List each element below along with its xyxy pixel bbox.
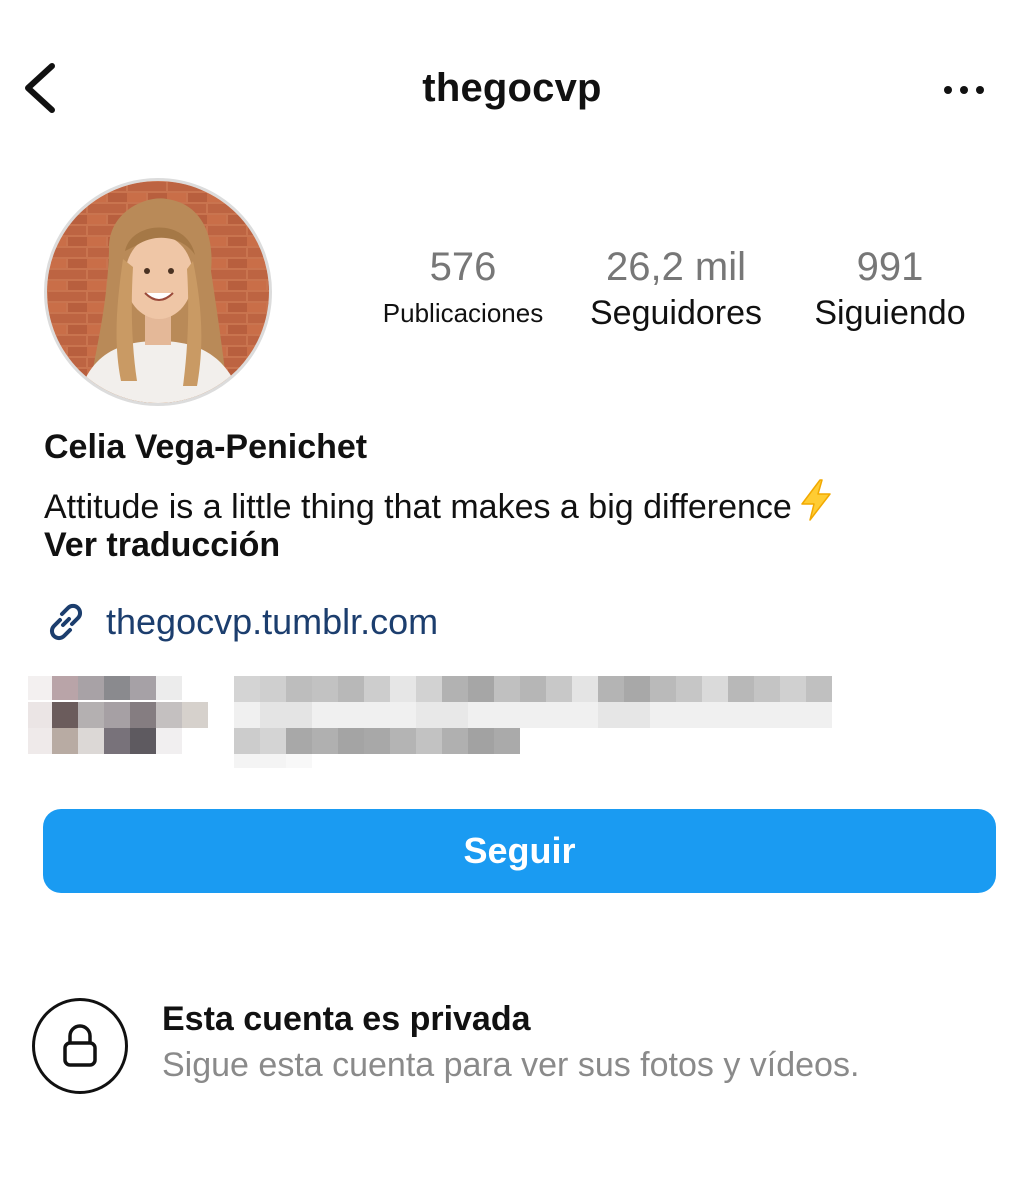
follow-button[interactable]: Seguir xyxy=(43,809,996,893)
private-account-subtitle: Sigue esta cuenta para ver sus fotos y v… xyxy=(162,1046,860,1084)
lightning-bolt-icon xyxy=(801,479,831,521)
website-url: thegocvp.tumblr.com xyxy=(106,601,439,642)
full-name: Celia Vega-Penichet xyxy=(44,428,368,466)
followers-value: 26,2 mil xyxy=(605,245,747,289)
ellipsis-horizontal-icon xyxy=(944,86,984,94)
following-count[interactable]: 991 Siguiendo xyxy=(798,244,982,336)
posts-count[interactable]: 576 Publicaciones xyxy=(364,244,562,336)
bio-line: Attitude is a little thing that makes a … xyxy=(44,488,792,526)
page-title: thegocvp xyxy=(422,66,602,110)
mutual-followers-blurred xyxy=(28,674,838,770)
private-account-title: Esta cuenta es privada xyxy=(162,1000,531,1038)
posts-value: 576 xyxy=(429,245,497,289)
lock-icon xyxy=(63,1024,97,1067)
avatar[interactable] xyxy=(44,178,272,406)
private-lock-badge xyxy=(32,998,128,1094)
profile-photo xyxy=(47,181,269,403)
posts-label: Publicaciones xyxy=(382,298,544,328)
see-translation-link[interactable]: Ver traducción xyxy=(44,526,280,565)
following-label: Siguiendo xyxy=(814,294,966,332)
link-icon xyxy=(49,603,83,641)
website-link[interactable]: thegocvp.tumblr.com xyxy=(44,598,438,646)
followers-label: Seguidores xyxy=(589,294,762,332)
more-options-button[interactable] xyxy=(936,72,992,108)
bio-text: Attitude is a little thing that makes a … xyxy=(44,478,834,527)
followers-count[interactable]: 26,2 mil Seguidores xyxy=(576,244,776,336)
following-value: 991 xyxy=(856,245,924,289)
top-bar: thegocvp xyxy=(0,0,1024,180)
